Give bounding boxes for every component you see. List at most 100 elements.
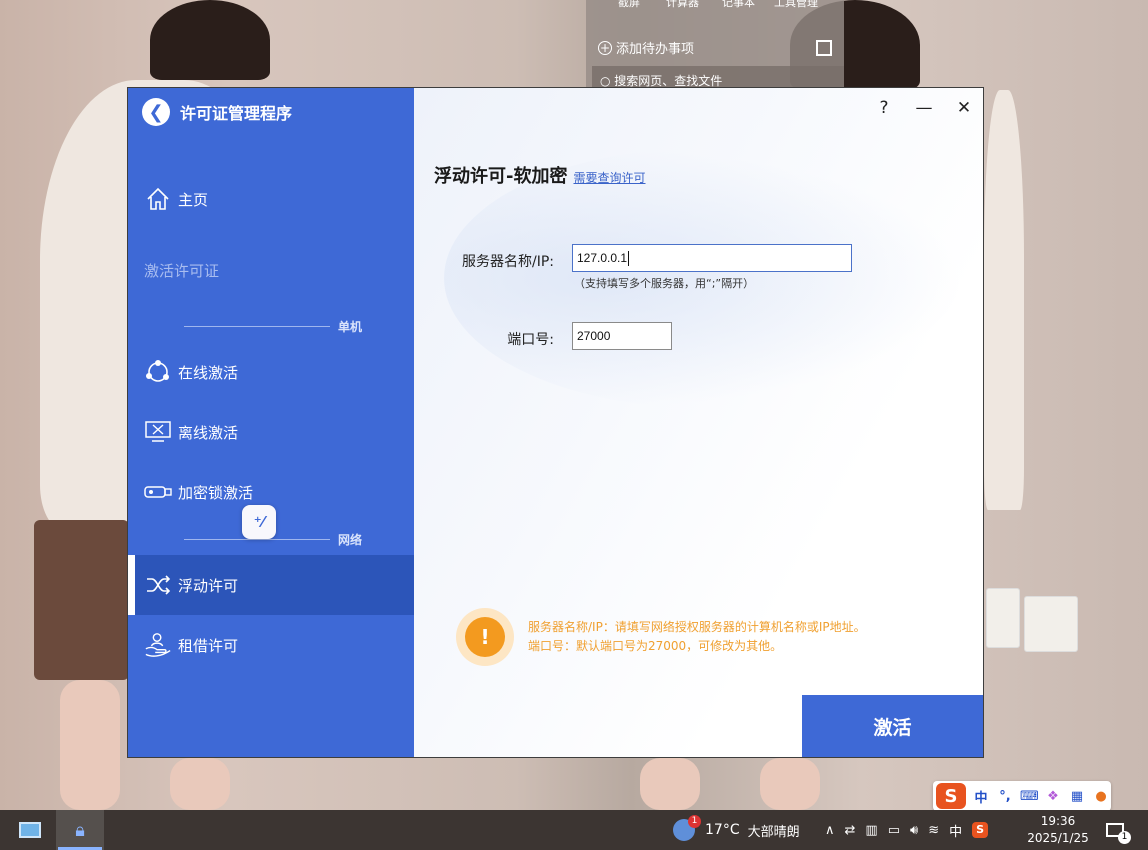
network-transfer-icon[interactable]: ⇄ [845,823,856,838]
tip-line: 服务器名称/IP：请填写网络授权服务器的计算机名称或IP地址。 [528,620,866,634]
sidebar-item-activate-license: 激活许可证 [144,262,220,280]
server-input-value: 127.0.0.1 [577,251,628,265]
port-input[interactable]: 27000 [572,322,672,350]
sidebar-item-borrow-license[interactable]: 租借许可 [128,615,414,675]
clock[interactable]: 19:36 2025/1/25 [1026,813,1090,847]
toolbox-icon[interactable]: ▦ [1068,789,1086,804]
clock-date: 2025/1/25 [1027,831,1089,845]
wallpaper-figure [60,680,120,810]
app-title: 许可证管理程序 [180,104,293,123]
wallpaper-figure [150,0,270,80]
ime-mode-toggle[interactable]: 中 [972,787,990,806]
taskbar-app-remote-desktop[interactable] [6,810,54,850]
ime-punctuation-toggle[interactable]: °, [996,789,1014,804]
page-title: 浮动许可-软加密 [434,166,568,187]
main-content: ? — ✕ 浮动许可-软加密 需要查询许可 服务器名称/IP: 127.0.0.… [414,88,983,757]
notification-count: 1 [1118,831,1131,844]
sidebar-item-label: 加密锁激活 [178,483,254,502]
skin-icon[interactable]: ❖ [1044,789,1062,804]
widget-shortcut[interactable]: 工具管理 [774,0,818,10]
wallpaper-figure [760,758,820,810]
signal-bars-icon[interactable]: ▥ [865,823,877,838]
weather-widget[interactable]: 1 17°C 大部晴朗 [673,810,800,850]
lock-icon: 🔒︎ [75,819,85,841]
widget-search-placeholder: 搜索网页、查找文件 [614,74,723,88]
app-brand: ❮ 许可证管理程序 [142,98,292,126]
mascot-icon[interactable]: ● [1092,789,1110,804]
clock-time: 19:36 [1040,814,1076,828]
divider-line [184,539,330,540]
taskbar: 🔒︎ 1 17°C 大部晴朗 ∧ ⇄ ▥ ▭ 🔊︎ ≋ 中 S 19:36 20… [0,810,1148,850]
wall-socket [986,588,1020,648]
section-label: 单机 [338,320,363,334]
widget-search-input[interactable]: ○ 搜索网页、查找文件 [592,66,844,88]
temperature: 17°C [705,822,740,838]
share-network-icon [144,358,172,386]
license-manager-window: ❮ 许可证管理程序 主页 激活许可证 单机 在线激活 离线激活 加密锁激活 网络… [127,87,984,758]
widget-top-row: 截屏 计算器 记事本 工具管理 [586,0,844,10]
sidebar-item-online-activation[interactable]: 在线激活 [128,342,414,402]
input-language-indicator[interactable]: 中 [949,821,962,840]
back-arrow-icon[interactable]: ❮ [142,98,170,126]
sidebar-item-label: 离线激活 [178,423,239,442]
sidebar-item-label: 主页 [178,190,209,209]
close-button[interactable]: ✕ [952,98,976,118]
battery-icon[interactable]: ▭ [888,823,900,838]
shuffle-icon [144,571,172,599]
text-cursor [628,250,630,266]
desktop-widget-panel: 截屏 计算器 记事本 工具管理 + 添加待办事项 ○ 搜索网页、查找文件 [586,0,844,88]
server-label: 服务器名称/IP: [461,254,554,270]
wifi-icon[interactable]: ≋ [928,823,939,838]
home-icon [144,185,172,213]
section-divider-standalone: 单机 [184,318,362,335]
wallpaper-figure [34,520,129,680]
widget-shortcut[interactable]: 计算器 [666,0,699,10]
sidebar: ❮ 许可证管理程序 主页 激活许可证 单机 在线激活 离线激活 加密锁激活 网络… [128,88,414,757]
minimize-button[interactable]: — [912,98,936,118]
wallpaper-figure [984,90,1024,510]
system-tray: ∧ ⇄ ▥ ▭ 🔊︎ ≋ 中 S [825,810,989,850]
query-license-link[interactable]: 需要查询许可 [573,169,645,186]
weather-cloud-icon: 1 [673,815,701,841]
widget-shortcut[interactable]: 截屏 [618,0,640,10]
activate-button[interactable]: 激活 [802,695,983,757]
weather-badge: 1 [688,815,701,828]
usb-dongle-icon [144,478,172,506]
hand-user-icon [144,631,172,659]
search-icon: ○ [600,74,615,88]
page-heading: 浮动许可-软加密 需要查询许可 [434,162,646,188]
sogou-logo-icon[interactable]: S [936,783,966,809]
server-hint: （支持填写多个服务器，用“;”隔开） [574,277,755,290]
sogou-tray-icon[interactable]: S [972,822,989,838]
qr-code-icon[interactable] [816,40,832,56]
divider-line [184,326,330,327]
tip-text: 服务器名称/IP：请填写网络授权服务器的计算机名称或IP地址。 端口号：默认端口… [528,618,866,656]
port-label: 端口号: [507,332,554,348]
weather-text: 大部晴朗 [747,824,800,840]
sidebar-item-home[interactable]: 主页 [128,169,414,229]
wall-socket [1024,596,1078,652]
add-todo-button[interactable]: + 添加待办事项 [598,38,694,57]
sidebar-item-floating-license[interactable]: 浮动许可 [128,555,414,615]
warning-icon: ! [456,608,514,666]
section-label: 网络 [338,533,363,547]
chevron-up-icon[interactable]: ∧ [825,823,835,838]
sidebar-item-offline-activation[interactable]: 离线激活 [128,402,414,462]
monitor-offline-icon [144,418,172,446]
volume-icon[interactable]: 🔊︎ [910,823,918,838]
add-todo-label: 添加待办事项 [616,42,695,57]
notification-icon: 1 [1106,823,1131,844]
keyboard-icon[interactable]: ⌨ [1020,789,1039,804]
notification-center-button[interactable]: 1 [1106,810,1131,850]
plus-circle-icon: + [598,40,612,55]
taskbar-app-license-manager[interactable]: 🔒︎ [56,810,104,850]
ime-toolbar: S 中 °, ⌨ ❖ ▦ ● [933,781,1111,811]
sidebar-item-label: 浮动许可 [178,576,239,595]
help-button[interactable]: ? [872,98,896,118]
widget-shortcut[interactable]: 记事本 [722,0,755,10]
wallpaper-figure [640,758,700,810]
server-input[interactable]: 127.0.0.1 [572,244,852,272]
magic-wand-icon[interactable]: ⁺⁄ [242,505,276,539]
tip-line: 端口号：默认端口号为27000，可修改为其他。 [528,639,783,653]
wallpaper-figure [170,758,230,810]
